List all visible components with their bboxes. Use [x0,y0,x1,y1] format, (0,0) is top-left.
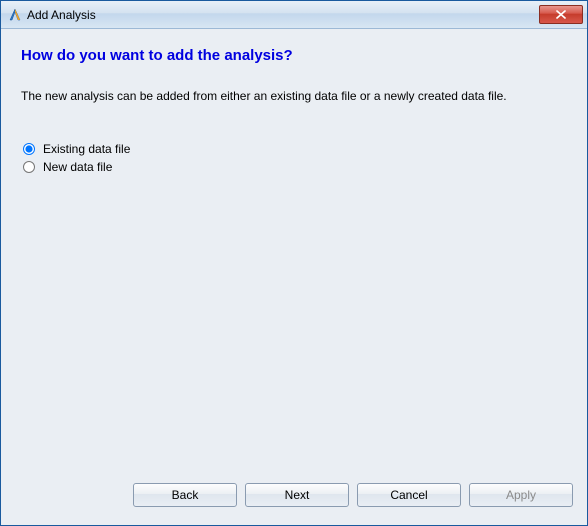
radio-existing-data-file[interactable]: Existing data file [23,142,567,156]
radio-label-new: New data file [43,160,112,174]
radio-input-new[interactable] [23,161,35,173]
page-description: The new analysis can be added from eithe… [21,88,567,104]
close-icon [556,10,566,19]
cancel-button[interactable]: Cancel [357,483,461,507]
radio-label-existing: Existing data file [43,142,130,156]
apply-button[interactable]: Apply [469,483,573,507]
titlebar: Add Analysis [1,1,587,29]
page-heading: How do you want to add the analysis? [21,47,567,64]
close-button[interactable] [539,5,583,24]
radio-new-data-file[interactable]: New data file [23,160,567,174]
back-button[interactable]: Back [133,483,237,507]
button-bar: Back Next Cancel Apply [1,475,587,525]
dialog-content: How do you want to add the analysis? The… [1,29,587,475]
window-title: Add Analysis [27,8,539,22]
dialog-window: Add Analysis How do you want to add the … [0,0,588,526]
next-button[interactable]: Next [245,483,349,507]
radio-input-existing[interactable] [23,143,35,155]
app-icon [7,7,23,23]
radio-group-source: Existing data file New data file [21,142,567,178]
